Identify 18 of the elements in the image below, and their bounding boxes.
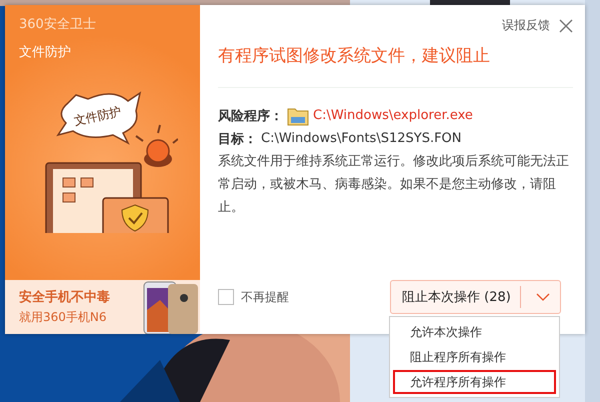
brand-logo: 360安全卫士 [18, 16, 97, 33]
description-text: 系统文件用于维持系统正常运行。修改此项后系统可能无法正常启动，或被木马、病毒感染。如果不是您主动修改，请阻止。 [218, 153, 570, 217]
menu-item[interactable]: 允许程序所有操作 [393, 370, 556, 394]
ad-subline: 就用360手机N6 [19, 309, 108, 326]
warning-headline: 有程序试图修改系统文件，建议阻止 [218, 45, 491, 67]
detail-label: 风险程序： [218, 108, 283, 124]
feedback-link[interactable]: 误报反馈 [502, 17, 550, 34]
panel-title: 文件防护 [18, 44, 72, 61]
bubble-text: 文件防护 [72, 104, 122, 128]
block-action-button[interactable]: 阻止本次操作 (28) [391, 288, 520, 306]
file-path: C:\Windows\explorer.exe [313, 108, 473, 123]
file-path: C:\Windows\Fonts\S12SYS.FON [261, 131, 462, 146]
ad-headline: 安全手机不中毒 [19, 288, 110, 306]
menu-item[interactable]: 允许本次操作 [393, 320, 556, 344]
menu-item[interactable]: 阻止程序所有操作 [393, 345, 556, 369]
detail-label: 目标： [218, 130, 257, 148]
split-button[interactable]: 阻止本次操作 (28) [390, 280, 561, 314]
checkbox-label: 不再提醒 [241, 288, 289, 306]
